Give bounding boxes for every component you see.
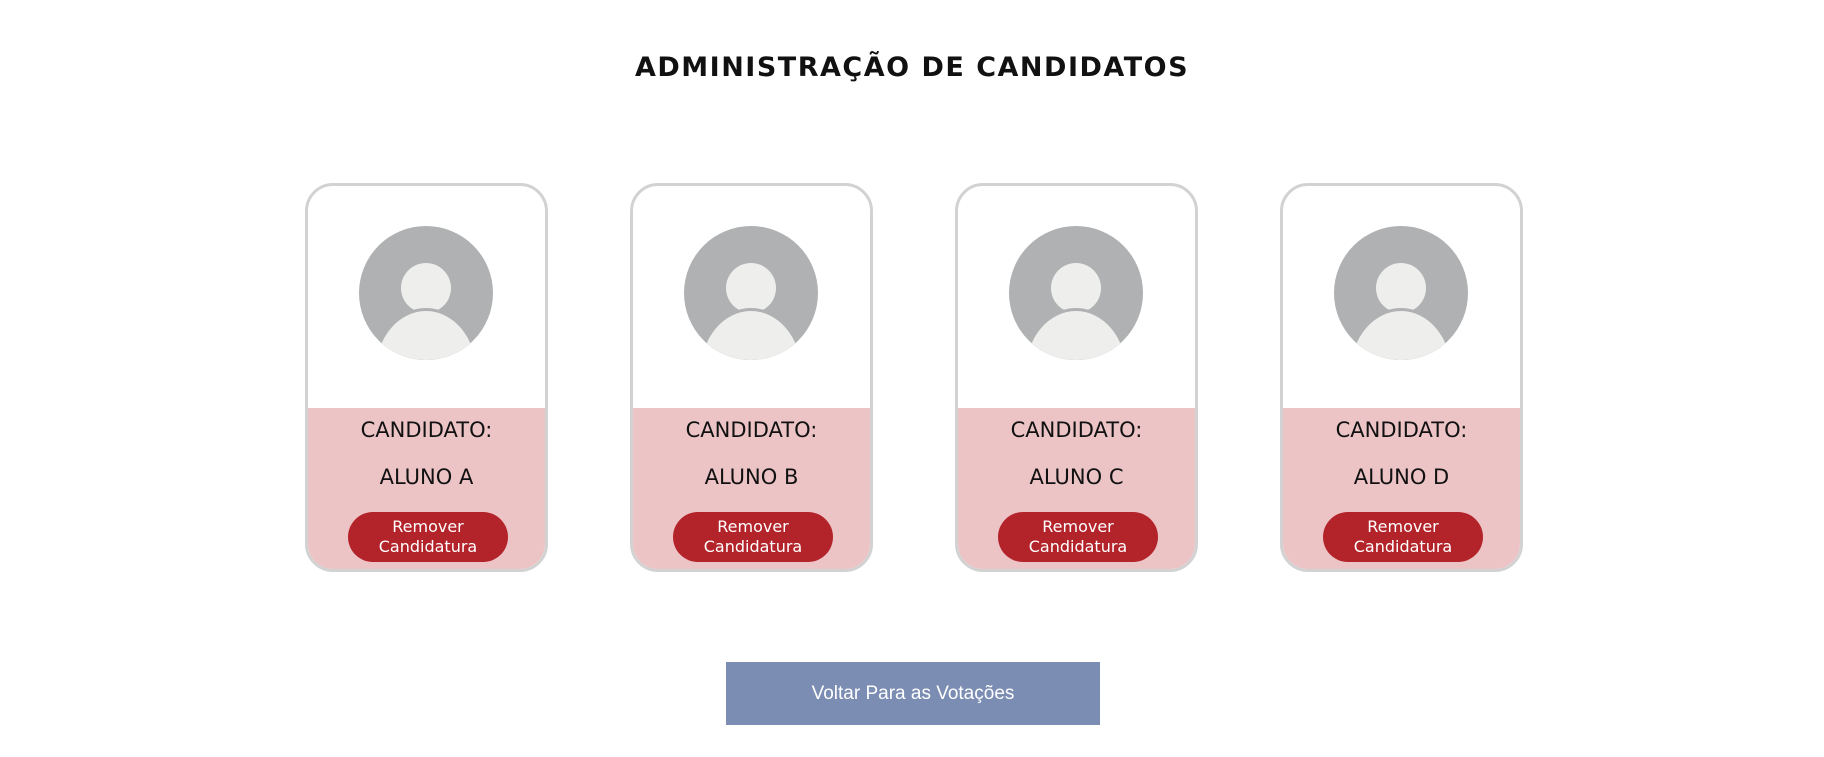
remove-button-label-line2: Candidatura	[703, 537, 803, 556]
candidate-card-a: CANDIDATO: ALUNO A Remover Candidatura	[305, 183, 548, 572]
remove-candidacy-button[interactable]: Remover Candidatura	[348, 512, 508, 562]
card-photo-area	[308, 186, 545, 408]
remove-candidacy-button[interactable]: Remover Candidatura	[673, 512, 833, 562]
remove-button-label-line1: Remover	[717, 517, 789, 536]
user-avatar-icon	[359, 226, 493, 360]
remove-button-label-line1: Remover	[1042, 517, 1114, 536]
candidate-name: ALUNO A	[379, 465, 474, 489]
candidate-card-d: CANDIDATO: ALUNO D Remover Candidatura	[1280, 183, 1523, 572]
candidate-name: ALUNO D	[1353, 465, 1450, 489]
user-avatar-icon	[684, 226, 818, 360]
remove-button-label-line2: Candidatura	[1353, 537, 1453, 556]
remove-button-label-line2: Candidatura	[1028, 537, 1128, 556]
card-info-area: CANDIDATO: ALUNO D Remover Candidatura	[1283, 408, 1520, 569]
user-avatar-icon	[1009, 226, 1143, 360]
candidate-label: CANDIDATO:	[685, 418, 818, 442]
page-title: ADMINISTRAÇÃO DE CANDIDATOS	[634, 52, 1190, 83]
card-info-area: CANDIDATO: ALUNO B Remover Candidatura	[633, 408, 870, 569]
card-photo-area	[1283, 186, 1520, 408]
remove-candidacy-button[interactable]: Remover Candidatura	[998, 512, 1158, 562]
back-to-votes-button[interactable]: Voltar Para as Votações	[726, 662, 1100, 725]
candidate-label: CANDIDATO:	[1010, 418, 1143, 442]
remove-button-label-line1: Remover	[392, 517, 464, 536]
remove-candidacy-button[interactable]: Remover Candidatura	[1323, 512, 1483, 562]
candidate-label: CANDIDATO:	[360, 418, 493, 442]
candidate-card-c: CANDIDATO: ALUNO C Remover Candidatura	[955, 183, 1198, 572]
remove-button-label-line2: Candidatura	[378, 537, 478, 556]
candidate-name: ALUNO B	[704, 465, 799, 489]
user-avatar-icon	[1334, 226, 1468, 360]
candidate-label: CANDIDATO:	[1335, 418, 1468, 442]
card-photo-area	[958, 186, 1195, 408]
card-info-area: CANDIDATO: ALUNO C Remover Candidatura	[958, 408, 1195, 569]
card-photo-area	[633, 186, 870, 408]
remove-button-label-line1: Remover	[1367, 517, 1439, 536]
candidate-card-b: CANDIDATO: ALUNO B Remover Candidatura	[630, 183, 873, 572]
candidate-name: ALUNO C	[1029, 465, 1124, 489]
card-info-area: CANDIDATO: ALUNO A Remover Candidatura	[308, 408, 545, 569]
